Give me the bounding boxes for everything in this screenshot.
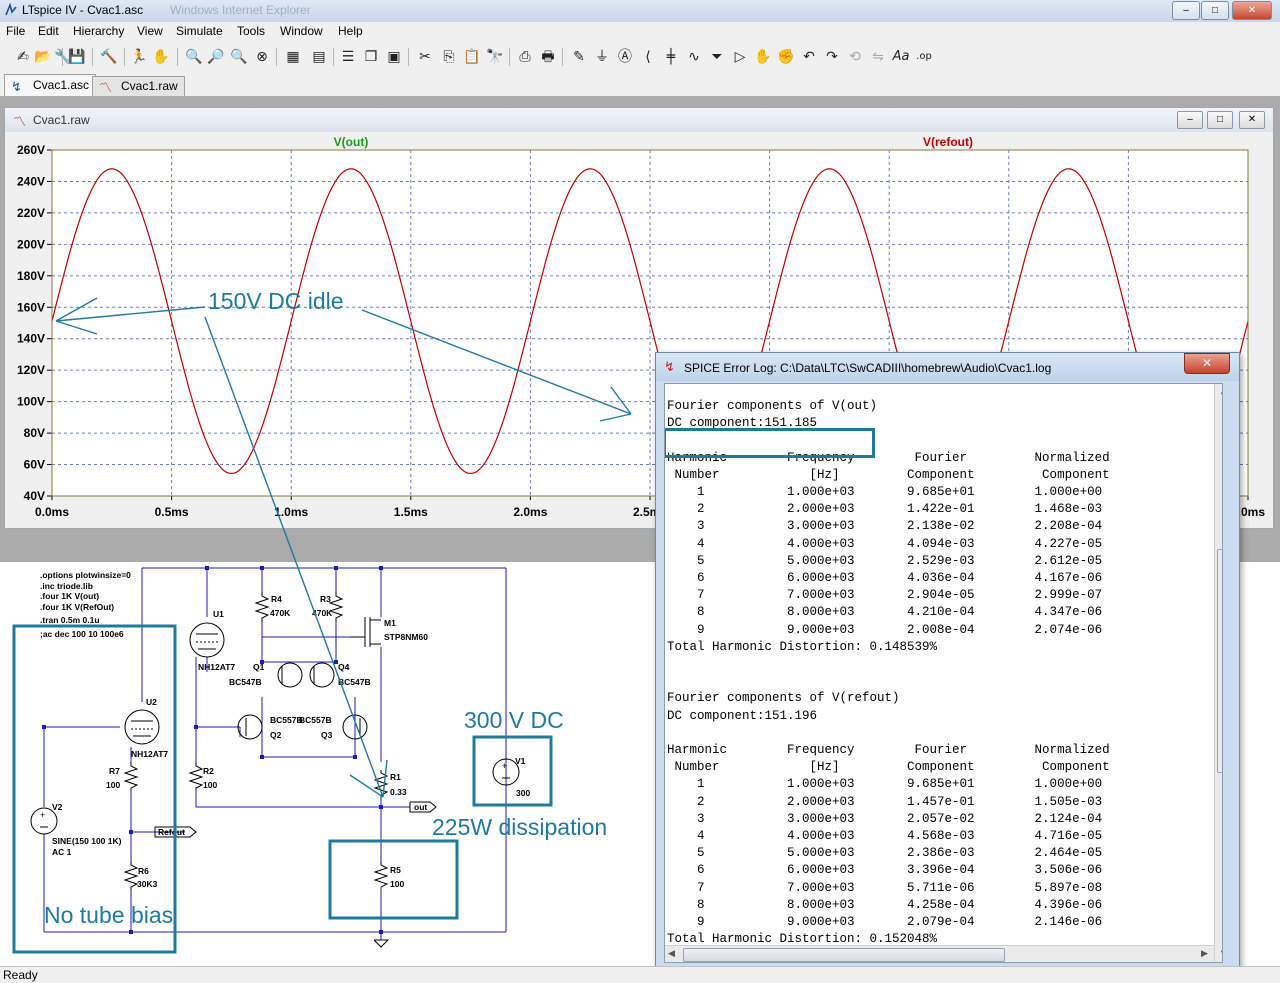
annotation-300v-dc: 300 V DC — [464, 707, 564, 733]
scroll-right-icon[interactable]: ▶ — [1201, 948, 1208, 959]
status-text: Ready — [3, 968, 38, 982]
dc-component-highlight — [665, 428, 875, 458]
spice-error-log-window[interactable]: ↯ SPICE Error Log: C:\Data\LTC\SwCADIII\… — [655, 352, 1240, 970]
annotation-dc-idle: 150V DC idle — [208, 288, 344, 314]
scroll-down-icon[interactable]: ▼ — [1219, 948, 1222, 958]
log-scroll-thumb[interactable] — [1217, 549, 1222, 773]
annotation-no-tube-bias: No tube bias — [44, 902, 174, 928]
log-horizontal-scrollbar[interactable]: ◀ ▶ — [665, 945, 1214, 962]
scroll-left-icon[interactable]: ◀ — [668, 948, 675, 959]
annotation-225w: 225W dissipation — [432, 814, 608, 840]
scroll-up-icon[interactable]: ▲ — [1219, 386, 1222, 396]
log-hscroll-thumb[interactable] — [683, 948, 1005, 962]
ltspice-logo-icon: ↯ — [664, 360, 675, 375]
log-content: Fourier components of V(out) DC componen… — [667, 399, 1110, 947]
log-text-area[interactable]: Fourier components of V(out) DC componen… — [664, 383, 1223, 963]
log-window-title: SPICE Error Log: C:\Data\LTC\SwCADIII\ho… — [684, 361, 1052, 375]
log-vertical-scrollbar[interactable]: ▲ ▼ — [1214, 384, 1222, 962]
log-window-header: ↯ SPICE Error Log: C:\Data\LTC\SwCADIII\… — [656, 353, 1239, 381]
status-bar: Ready — [0, 966, 1280, 983]
log-close-button[interactable]: ✕ — [1184, 353, 1230, 374]
